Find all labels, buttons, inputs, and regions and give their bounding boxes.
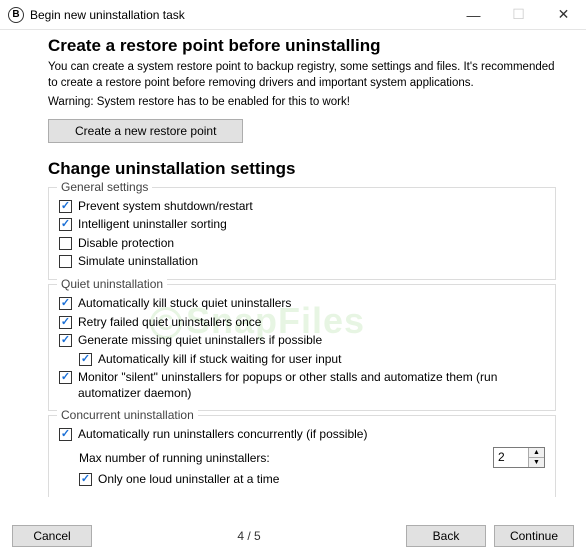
- continue-button[interactable]: Continue: [494, 525, 574, 547]
- checkbox-icon: [79, 473, 92, 486]
- checkbox-icon: [59, 334, 72, 347]
- window-controls: — ☐ ✕: [451, 0, 586, 30]
- checkbox-icon: [59, 218, 72, 231]
- group-quiet: Quiet uninstallation Automatically kill …: [48, 284, 556, 412]
- maximize-button: ☐: [496, 0, 541, 30]
- opt-kill-waiting-input[interactable]: Automatically kill if stuck waiting for …: [79, 352, 545, 368]
- group-general-title: General settings: [57, 180, 152, 194]
- section1-heading: Create a restore point before uninstalli…: [48, 36, 556, 56]
- opt-prevent-shutdown[interactable]: Prevent system shutdown/restart: [59, 199, 545, 215]
- section2-heading: Change uninstallation settings: [48, 159, 556, 179]
- opt-one-loud[interactable]: Only one loud uninstaller at a time: [79, 472, 545, 488]
- checkbox-icon: [79, 353, 92, 366]
- max-uninstallers-label: Max number of running uninstallers:: [79, 451, 485, 465]
- checkbox-icon: [59, 428, 72, 441]
- titlebar: B Begin new uninstallation task — ☐ ✕: [0, 0, 586, 30]
- group-quiet-title: Quiet uninstallation: [57, 277, 167, 291]
- max-uninstallers-row: Max number of running uninstallers: 2 ▲ …: [79, 447, 545, 468]
- back-button[interactable]: Back: [406, 525, 486, 547]
- opt-monitor-silent[interactable]: Monitor "silent" uninstallers for popups…: [59, 370, 545, 401]
- opt-retry-failed[interactable]: Retry failed quiet uninstallers once: [59, 315, 545, 331]
- opt-disable-protection[interactable]: Disable protection: [59, 236, 545, 252]
- checkbox-icon: [59, 255, 72, 268]
- close-button[interactable]: ✕: [541, 0, 586, 30]
- minimize-button[interactable]: —: [451, 0, 496, 30]
- spinner-down-icon[interactable]: ▼: [529, 458, 544, 467]
- footer: Cancel 4 / 5 Back Continue: [0, 518, 586, 553]
- checkbox-icon: [59, 297, 72, 310]
- checkbox-icon: [59, 371, 72, 384]
- spinner-value[interactable]: 2: [494, 448, 528, 467]
- spinner-arrows: ▲ ▼: [528, 448, 544, 467]
- section1-desc: You can create a system restore point to…: [48, 60, 556, 91]
- checkbox-icon: [59, 237, 72, 250]
- window-title: Begin new uninstallation task: [30, 8, 451, 22]
- opt-intelligent-sorting[interactable]: Intelligent uninstaller sorting: [59, 217, 545, 233]
- opt-kill-stuck-quiet[interactable]: Automatically kill stuck quiet uninstall…: [59, 296, 545, 312]
- max-uninstallers-spinner[interactable]: 2 ▲ ▼: [493, 447, 545, 468]
- spinner-up-icon[interactable]: ▲: [529, 448, 544, 458]
- opt-simulate-uninstall[interactable]: Simulate uninstallation: [59, 254, 545, 270]
- app-icon: B: [8, 7, 24, 23]
- section1-warning: Warning: System restore has to be enable…: [48, 95, 556, 111]
- opt-auto-concurrent[interactable]: Automatically run uninstallers concurren…: [59, 427, 545, 443]
- group-concurrent: Concurrent uninstallation Automatically …: [48, 415, 556, 496]
- group-general: General settings Prevent system shutdown…: [48, 187, 556, 280]
- cancel-button[interactable]: Cancel: [12, 525, 92, 547]
- create-restore-point-button[interactable]: Create a new restore point: [48, 119, 243, 143]
- content-area: CSnapFiles Create a restore point before…: [0, 30, 586, 518]
- checkbox-icon: [59, 316, 72, 329]
- group-concurrent-title: Concurrent uninstallation: [57, 408, 198, 422]
- checkbox-icon: [59, 200, 72, 213]
- page-indicator: 4 / 5: [100, 529, 398, 543]
- opt-generate-missing[interactable]: Generate missing quiet uninstallers if p…: [59, 333, 545, 349]
